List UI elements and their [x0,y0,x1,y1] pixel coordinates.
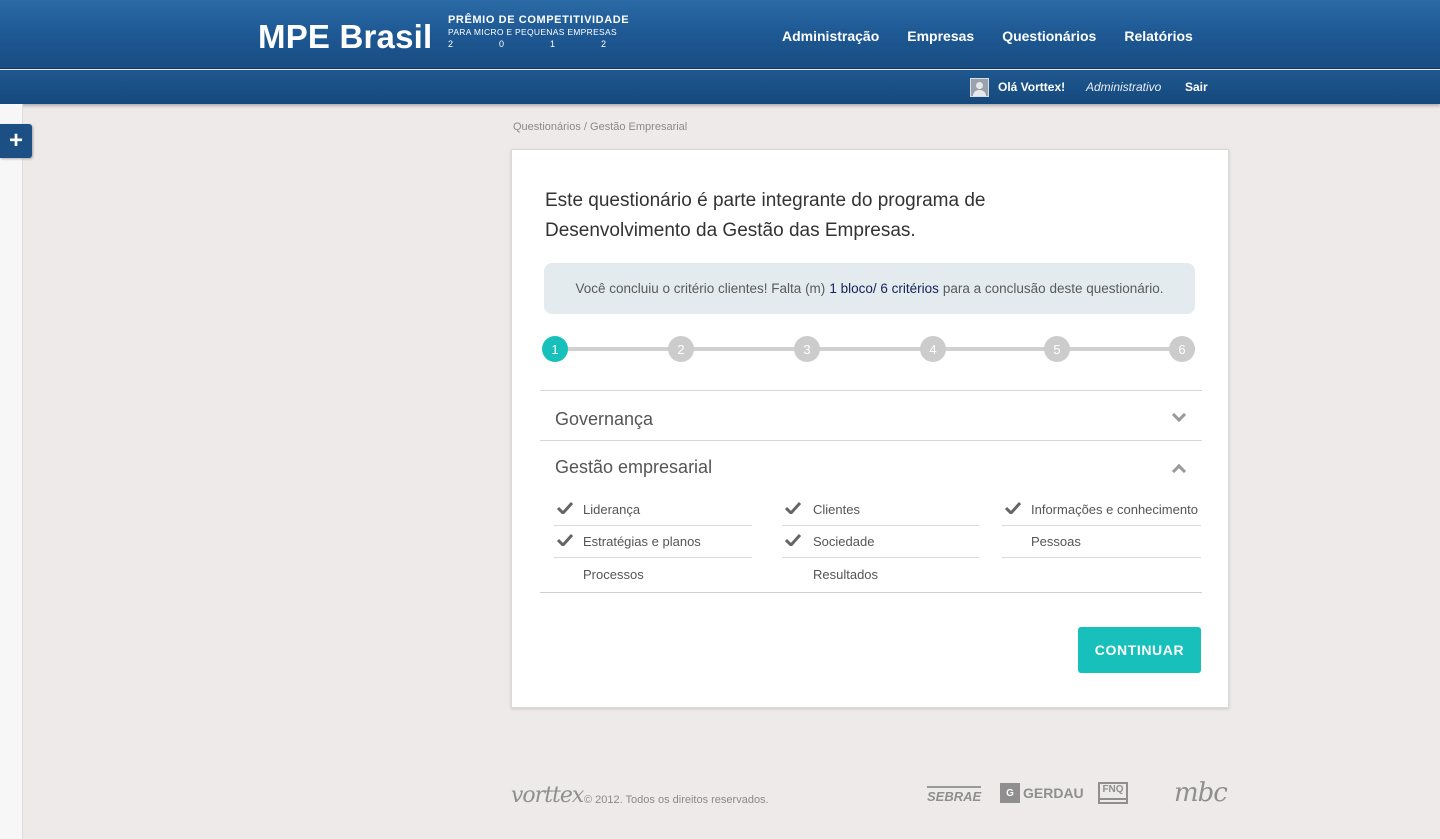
nav-questionarios[interactable]: Questionários [1002,28,1096,44]
user-greeting: Olá Vorttex! [998,80,1066,94]
criterion-label: Clientes [813,502,860,517]
questionnaire-card: Este questionário é parte integrante do … [511,149,1229,708]
criterion-label: Processos [583,566,644,582]
step-4[interactable]: 4 [920,336,946,362]
year-digit: 2 [600,38,606,49]
nav-administracao[interactable]: Administração [782,28,879,44]
step-5[interactable]: 5 [1044,336,1070,362]
breadcrumb: Questionários / Gestão Empresarial [513,121,688,133]
check-icon [785,502,801,514]
step-progress: 1 2 3 4 5 6 [542,336,1195,362]
nav-relatorios[interactable]: Relatórios [1124,28,1192,44]
criterion-label: Estratégias e planos [583,534,701,549]
sebrae-logo: SEBRAE [927,786,982,804]
copyright-text: © 2012. Todos os direitos reservados. [584,794,769,806]
chevron-up-icon [1171,463,1187,479]
left-sidebar-strip [0,104,23,839]
fnq-logo: FNQ [1098,782,1128,804]
vorttex-logo: vorttex [511,783,584,808]
mpe-brasil-logo[interactable]: MPE Brasil [258,18,432,56]
section-gestao-title: Gestão empresarial [555,457,713,477]
plus-icon: + [8,127,23,154]
step-2[interactable]: 2 [668,336,694,362]
user-avatar-icon [970,78,989,97]
section-governanca[interactable]: Governança [540,390,1202,440]
chevron-down-icon [1171,407,1187,423]
premio-tagline: PRÊMIO DE COMPETITIVIDADE PARA MICRO E P… [448,15,629,49]
accordion-bottom-divider [540,592,1202,593]
mbc-logo: mbc [1174,778,1228,808]
continue-button[interactable]: CONTINUAR [1078,627,1201,673]
section-governanca-title: Governança [555,409,654,429]
sidebar-expand-button[interactable]: + [0,124,32,158]
year-digit: 0 [498,38,504,49]
intro-text: Este questionário é parte integrante do … [545,190,986,241]
criterion-label: Pessoas [1031,534,1081,549]
user-role: Administrativo [1086,80,1162,94]
premio-line-2: PARA MICRO E PEQUENAS EMPRESAS [448,27,617,37]
notice-text-before: Você concluiu o critério clientes! Falta… [575,281,826,296]
nav-empresas[interactable]: Empresas [907,28,974,44]
criterion-label: Sociedade [813,534,875,549]
criterion-label: Resultados [813,566,879,582]
step-6[interactable]: 6 [1169,336,1195,362]
gerdau-logo-text: GERDAU [1023,785,1084,801]
check-icon [785,534,801,546]
top-header: MPE Brasil PRÊMIO DE COMPETITIVIDADE PAR… [0,0,1440,69]
notice-text-after: para a conclusão deste questionário. [942,281,1164,296]
criterion-sociedade[interactable]: Sociedade [782,526,979,558]
gerdau-mark-icon: G [1000,783,1020,803]
criterion-lideranca[interactable]: Liderança [554,494,752,526]
check-icon [1005,502,1021,514]
criterion-processos[interactable]: Processos [554,558,752,590]
criterion-label: Liderança [583,502,641,517]
gerdau-logo: G GERDAU [1000,783,1084,803]
main-nav: Administração Empresas Questionários Rel… [782,28,1193,44]
criterion-pessoas[interactable]: Pessoas [1002,526,1201,558]
progress-notice: Você concluiu o critério clientes! Falta… [544,263,1195,314]
notice-highlight: 1 bloco/ 6 critérios [829,281,939,296]
criterion-label: Informações e conhecimento [1031,502,1198,517]
premio-line-1: PRÊMIO DE COMPETITIVIDADE [448,14,630,26]
check-icon [557,502,573,514]
user-bar: Olá Vorttex! Administrativo Sair [0,70,1440,104]
criterion-estrategias[interactable]: Estratégias e planos [554,526,752,558]
criterion-resultados[interactable]: Resultados [782,558,979,590]
step-3[interactable]: 3 [794,336,820,362]
premio-year: 2 0 1 2 [448,38,606,49]
logout-link[interactable]: Sair [1185,80,1208,94]
year-digit: 2 [448,38,454,49]
criterion-clientes[interactable]: Clientes [782,494,979,526]
section-gestao-empresarial[interactable]: Gestão empresarial [540,440,1202,492]
step-track [554,347,1183,351]
year-digit: 1 [549,38,555,49]
check-icon [557,534,573,546]
criterion-informacoes[interactable]: Informações e conhecimento [1002,494,1201,526]
step-1[interactable]: 1 [542,336,568,362]
